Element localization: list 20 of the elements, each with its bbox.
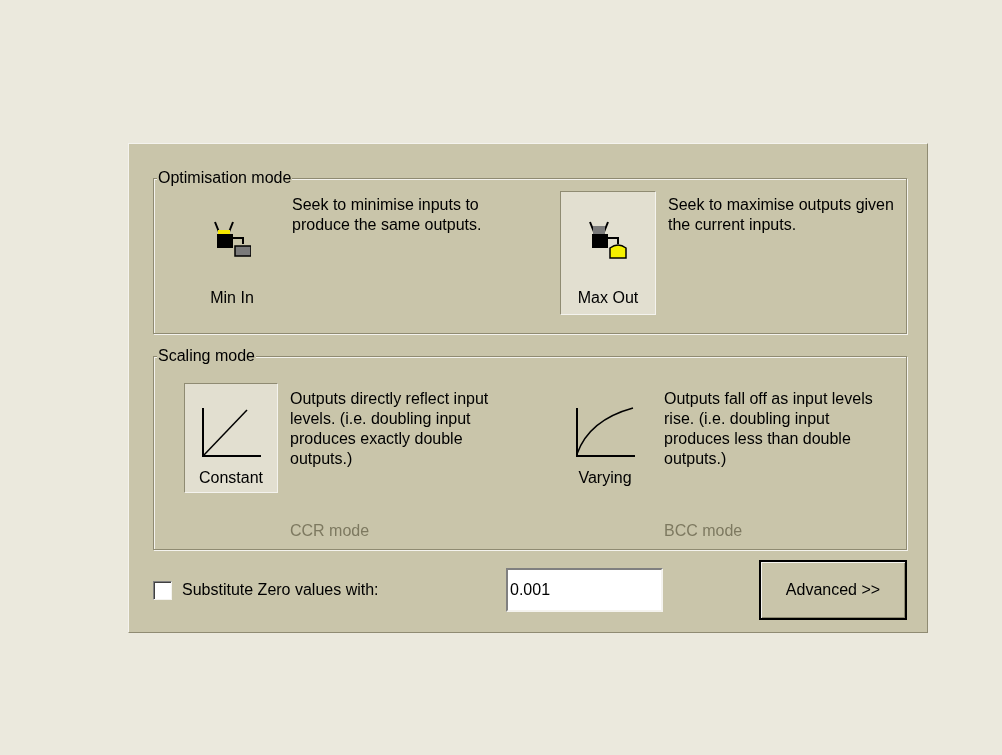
mode-label: BCC mode xyxy=(664,521,744,541)
curve-graph-icon xyxy=(575,406,635,458)
mode-option-button[interactable]: Varying xyxy=(558,383,652,493)
mode-option-button[interactable]: Min In xyxy=(184,191,280,315)
option-description: Seek to maximise outputs given the current inputs. xyxy=(668,195,895,235)
advanced-button[interactable]: Advanced >> xyxy=(759,560,907,620)
option-description: Outputs directly reflect input levels. (i.e. doubling input produces exactly double outputs.) xyxy=(290,389,490,469)
group-title: Scaling mode xyxy=(157,346,256,366)
option-description: Seek to minimise inputs to produce the same outputs. xyxy=(292,195,483,235)
mode-label: CCR mode xyxy=(290,521,371,541)
mode-option-button[interactable]: Constant xyxy=(184,383,278,493)
input-field[interactable]: 0.001 xyxy=(506,568,663,612)
group-title: Optimisation mode xyxy=(157,168,293,188)
mode-option-button[interactable]: Max Out xyxy=(560,191,656,315)
checkbox[interactable] xyxy=(153,580,172,600)
tank-transfer-icon xyxy=(588,220,628,260)
linear-graph-icon xyxy=(201,406,261,458)
tank-transfer-icon xyxy=(213,220,251,260)
option-description: Outputs fall off as input levels rise. (i.e. doubling input produces less than double outputs.) xyxy=(664,389,874,469)
checkbox-label: Substitute Zero values with: xyxy=(182,580,380,600)
